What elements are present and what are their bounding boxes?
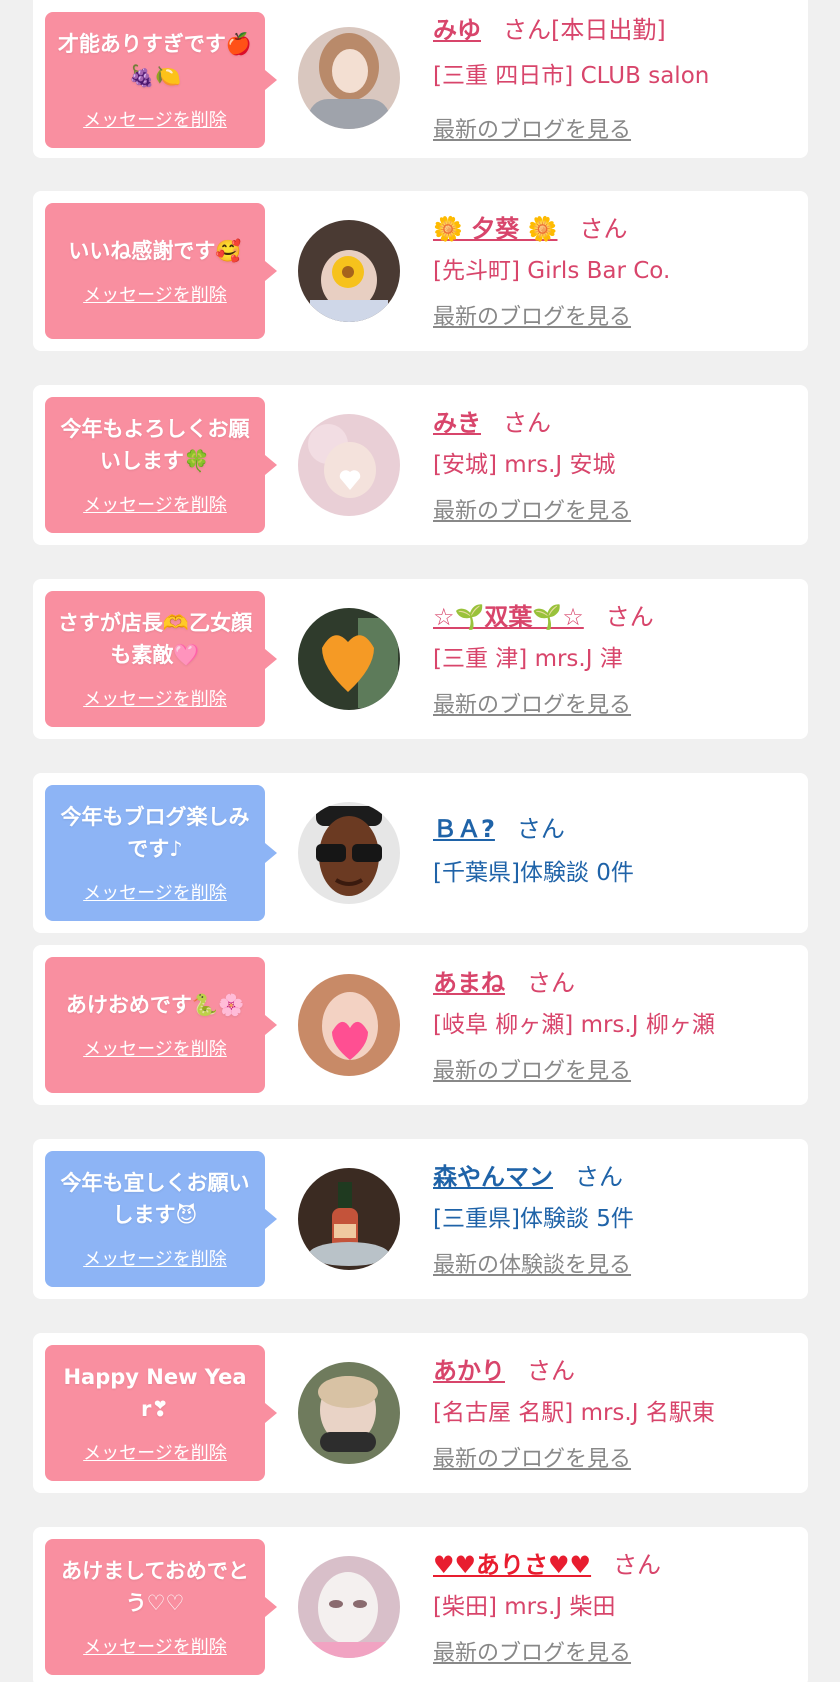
message-text: さすが店長🫶乙女顔も素敵🩷: [57, 611, 253, 667]
latest-review-link[interactable]: 最新の体験談を見る: [433, 1247, 631, 1279]
message-bubble: Happy New Year❣ メッセージを削除: [45, 1345, 277, 1481]
honorific-label: さん: [605, 603, 654, 631]
latest-blog-link[interactable]: 最新のブログを見る: [433, 1441, 631, 1473]
message-text: 今年もよろしくお願いします🍀: [60, 417, 250, 473]
sender-name-link[interactable]: あまね: [433, 969, 505, 997]
honorific-label: さん: [527, 969, 575, 997]
message-text: 今年もブログ楽しみです♪: [60, 805, 250, 861]
sender-info: みき さん [安城] mrs.J 安城 最新のブログを見る: [433, 385, 798, 545]
sender-name-line: ☆🌱双葉🌱☆ さん: [433, 597, 654, 632]
shop-label: [千葉県]体験談 0件: [433, 860, 634, 886]
message-bubble: 今年もブログ楽しみです♪ メッセージを削除: [45, 785, 277, 921]
shop-label: [三重 津] mrs.J 津: [433, 646, 623, 672]
latest-blog-link[interactable]: 最新のブログを見る: [433, 112, 631, 144]
sender-name-line: ＢＡ? さん: [433, 809, 565, 844]
mask-face-photo-icon[interactable]: [298, 1556, 400, 1658]
message-bubble: 今年も宜しくお願いします😈 メッセージを削除: [45, 1151, 277, 1287]
shop-label: [三重県]体験談 5件: [433, 1206, 634, 1232]
message-bubble: あけおめです🐍🌸 メッセージを削除: [45, 957, 277, 1093]
message-text: あけおめです🐍🌸: [65, 993, 245, 1017]
sender-name-link[interactable]: ＢＡ?: [433, 815, 495, 843]
shop-label: [柴田] mrs.J 柴田: [433, 1594, 616, 1620]
message-bubble: あけましておめでとう♡♡ メッセージを削除: [45, 1539, 277, 1675]
sender-name-link[interactable]: あかり: [433, 1357, 505, 1385]
sender-name-line: あかり さん: [433, 1351, 575, 1386]
sender-name-link[interactable]: 森やんマン: [433, 1163, 553, 1191]
message-bubble: 才能ありすぎです🍎🍇🍋 メッセージを削除: [45, 12, 277, 148]
message-card: 才能ありすぎです🍎🍇🍋 メッセージを削除 みゆ さん[本日出勤] [三重 四日市]…: [33, 0, 808, 158]
flower-face-photo-icon[interactable]: [298, 220, 400, 322]
shop-label: [安城] mrs.J 安城: [433, 452, 616, 478]
honorific-label: さん: [575, 1163, 623, 1191]
honorific-label: さん[本日出勤]: [503, 16, 666, 44]
sender-info: ☆🌱双葉🌱☆ さん [三重 津] mrs.J 津 最新のブログを見る: [433, 579, 798, 739]
delete-message-link[interactable]: メッセージを削除: [83, 1633, 227, 1659]
sender-name-link[interactable]: みき: [433, 409, 481, 437]
honorific-label: さん: [516, 815, 565, 843]
woman-photo-icon[interactable]: [298, 1362, 400, 1464]
sender-name-line: あまね さん: [433, 963, 575, 998]
delete-message-link[interactable]: メッセージを削除: [83, 879, 227, 905]
message-text: Happy New Year❣: [63, 1365, 247, 1421]
shop-label: [岐阜 柳ヶ瀬] mrs.J 柳ヶ瀬: [433, 1012, 715, 1038]
sender-name-link[interactable]: みゆ: [433, 16, 481, 44]
shop-label: [先斗町] Girls Bar Co.: [433, 258, 671, 284]
delete-message-link[interactable]: メッセージを削除: [83, 1245, 227, 1271]
sender-info: 🌼 夕葵 🌼 さん [先斗町] Girls Bar Co. 最新のブログを見る: [433, 191, 798, 351]
latest-blog-link[interactable]: 最新のブログを見る: [433, 1053, 631, 1085]
sender-info: 森やんマン さん [三重県]体験談 5件 最新の体験談を見る: [433, 1139, 798, 1299]
sender-name-line: ♥♥ありさ♥♥ さん: [433, 1545, 661, 1580]
delete-message-link[interactable]: メッセージを削除: [83, 1439, 227, 1465]
delete-message-link[interactable]: メッセージを削除: [83, 491, 227, 517]
message-card: 今年もブログ楽しみです♪ メッセージを削除 ＢＡ? さん [千葉県]体験談 0件: [33, 773, 808, 933]
sender-info: あまね さん [岐阜 柳ヶ瀬] mrs.J 柳ヶ瀬 最新のブログを見る: [433, 945, 798, 1105]
message-bubble: 今年もよろしくお願いします🍀 メッセージを削除: [45, 397, 277, 533]
sender-name-link[interactable]: 🌼 夕葵 🌼: [433, 215, 557, 243]
shop-label: [名古屋 名駅] mrs.J 名駅東: [433, 1400, 715, 1426]
heart-face-photo-icon[interactable]: [298, 414, 400, 516]
message-feed: 才能ありすぎです🍎🍇🍋 メッセージを削除 みゆ さん[本日出勤] [三重 四日市]…: [0, 0, 840, 1682]
message-bubble: さすが店長🫶乙女顔も素敵🩷 メッセージを削除: [45, 591, 277, 727]
message-card: あけおめです🐍🌸 メッセージを削除 あまね さん [岐阜 柳ヶ瀬] mrs.J 柳…: [33, 945, 808, 1105]
message-text: 今年も宜しくお願いします😈: [60, 1171, 250, 1227]
delete-message-link[interactable]: メッセージを削除: [83, 106, 227, 132]
orange-heart-photo-icon[interactable]: [298, 608, 400, 710]
sender-info: ♥♥ありさ♥♥ さん [柴田] mrs.J 柴田 最新のブログを見る: [433, 1527, 798, 1682]
sender-name-line: 森やんマン さん: [433, 1157, 623, 1192]
latest-blog-link[interactable]: 最新のブログを見る: [433, 299, 631, 331]
honorific-label: さん: [579, 215, 628, 243]
sunglasses-man-icon[interactable]: [298, 802, 400, 904]
sender-name-line: みき さん: [433, 403, 551, 438]
honorific-label: さん: [503, 409, 551, 437]
message-card: 今年もよろしくお願いします🍀 メッセージを削除 みき さん [安城] mrs.J …: [33, 385, 808, 545]
sender-info: みゆ さん[本日出勤] [三重 四日市] CLUB salon 最新のブログを見る: [433, 0, 798, 160]
sender-name-line: みゆ さん[本日出勤]: [433, 10, 666, 45]
message-text: あけましておめでとう♡♡: [61, 1559, 249, 1615]
message-card: 今年も宜しくお願いします😈 メッセージを削除 森やんマン さん [三重県]体験談 …: [33, 1139, 808, 1299]
shop-label: [三重 四日市] CLUB salon: [433, 63, 710, 89]
latest-blog-link[interactable]: 最新のブログを見る: [433, 687, 631, 719]
message-bubble: いいね感謝です🥰 メッセージを削除: [45, 203, 277, 339]
message-card: あけましておめでとう♡♡ メッセージを削除 ♥♥ありさ♥♥ さん [柴田] mrs…: [33, 1527, 808, 1682]
woman-photo-icon[interactable]: [298, 27, 400, 129]
delete-message-link[interactable]: メッセージを削除: [83, 281, 227, 307]
delete-message-link[interactable]: メッセージを削除: [83, 1035, 227, 1061]
sender-info: ＢＡ? さん [千葉県]体験談 0件: [433, 773, 798, 933]
sender-name-link[interactable]: ♥♥ありさ♥♥: [433, 1551, 591, 1579]
latest-blog-link[interactable]: 最新のブログを見る: [433, 1635, 631, 1667]
honorific-label: さん: [527, 1357, 575, 1385]
sender-name-link[interactable]: ☆🌱双葉🌱☆: [433, 603, 584, 631]
sender-info: あかり さん [名古屋 名駅] mrs.J 名駅東 最新のブログを見る: [433, 1333, 798, 1493]
latest-blog-link[interactable]: 最新のブログを見る: [433, 493, 631, 525]
honorific-label: さん: [613, 1551, 662, 1579]
message-card: さすが店長🫶乙女顔も素敵🩷 メッセージを削除 ☆🌱双葉🌱☆ さん [三重 津] m…: [33, 579, 808, 739]
message-card: いいね感謝です🥰 メッセージを削除 🌼 夕葵 🌼 さん [先斗町] Girls B…: [33, 191, 808, 351]
delete-message-link[interactable]: メッセージを削除: [83, 685, 227, 711]
champagne-photo-icon[interactable]: [298, 1168, 400, 1270]
pink-heart-photo-icon[interactable]: [298, 974, 400, 1076]
message-text: いいね感謝です🥰: [68, 239, 242, 263]
sender-name-line: 🌼 夕葵 🌼 さん: [433, 209, 627, 244]
message-text: 才能ありすぎです🍎🍇🍋: [57, 32, 253, 88]
message-card: Happy New Year❣ メッセージを削除 あかり さん [名古屋 名駅] …: [33, 1333, 808, 1493]
